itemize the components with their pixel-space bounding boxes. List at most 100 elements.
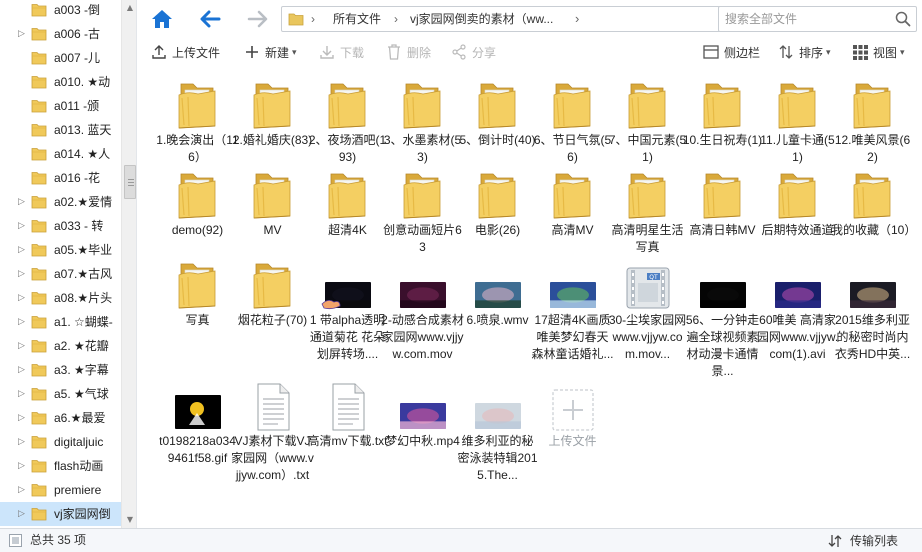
upload-button[interactable]: 上传文件 [151,41,220,63]
forward-arrow-icon [247,10,268,28]
expand-arrow-icon[interactable]: ▷ [18,484,28,496]
expand-arrow-icon[interactable]: ▷ [18,460,28,472]
breadcrumb-expand-icon[interactable]: › [575,7,579,31]
sidebar-tree-item[interactable]: ▷ a033 - 转 [0,214,121,238]
sidebar-tree-label: a010. ★动 [54,75,111,89]
folder-icon [460,74,535,130]
expand-arrow-icon[interactable]: ▷ [18,196,28,208]
sidebar-tree-item[interactable]: a016 -花 [0,166,121,190]
sidebar-tree-item[interactable]: a010. ★动 [0,70,121,94]
sidebar-tree-label: premiere [54,483,102,497]
back-button[interactable] [195,4,225,34]
sort-button[interactable]: 排序 ▾ [778,41,831,63]
expand-arrow-icon[interactable]: ▷ [18,268,28,280]
folder-icon [31,314,47,329]
expand-arrow-icon[interactable]: ▷ [18,28,28,40]
sidebar-tree-label: a6.★最爱 [54,411,106,425]
sidebar-tree-item[interactable]: ▷ a006 -古 [0,22,121,46]
folder-icon [535,74,610,130]
status-bar: 总共 35 项 传输列表 [0,528,922,552]
sidebar-toggle-button[interactable]: 侧边栏 [703,41,760,63]
sidebar-tree-item[interactable]: ▷ a3. ★字幕 [0,358,121,382]
expand-arrow-icon[interactable]: ▷ [18,244,28,256]
expand-arrow-icon[interactable]: ▷ [18,436,28,448]
sidebar-scrollbar[interactable]: ▲ ▼ [121,0,136,528]
upload-plus-icon [535,375,610,431]
folder-icon [160,74,235,130]
folder-icon [160,254,235,310]
sidebar-tree-label: a003 -倒 [54,3,101,17]
address-bar: › 所有文件 › vj家园网倒卖的素材（ww... › ▾ [137,0,922,37]
view-button[interactable]: 视图 ▾ [852,41,905,63]
file-name: 1 带alpha透明通道菊花 花朵划屏转场.... [309,313,386,361]
file-name: 6、节日气氛(56) [533,133,612,164]
search-icon[interactable] [895,11,911,27]
back-arrow-icon [200,10,221,28]
scrollbar-thumb[interactable] [124,165,136,199]
file-name: MV [263,223,282,237]
sidebar-tree-item[interactable]: ▷ a5. ★气球 [0,382,121,406]
file-name: 10.生日祝寿(1) [682,133,763,147]
expand-arrow-icon[interactable]: ▷ [18,220,28,232]
search-input[interactable] [725,10,885,28]
sidebar-tree-item[interactable]: ▷ premiere [0,478,121,502]
home-icon [152,10,172,28]
folder-icon [31,170,47,185]
sidebar-tree-item[interactable]: ▷ a2. ★花瓣 [0,334,121,358]
expand-arrow-icon[interactable]: ▷ [18,388,28,400]
sidebar-tree-item[interactable]: ▷ a07.★古风 [0,262,121,286]
sidebar-tree-item[interactable]: ▷ a1. ☆蝴蝶- [0,310,121,334]
expand-arrow-icon[interactable]: ▷ [18,508,28,520]
sidebar-tree-item[interactable]: ▷ a6.★最爱 [0,406,121,430]
text-file-icon [235,375,310,431]
file-name: 17超清4K画质唯美梦幻春天森林童话婚礼... [531,313,614,361]
breadcrumb-root[interactable]: 所有文件 [333,7,381,31]
sidebar-tree-item[interactable]: ▷ a05.★毕业 [0,238,121,262]
expand-arrow-icon[interactable]: ▷ [18,292,28,304]
expand-arrow-icon[interactable]: ▷ [18,340,28,352]
breadcrumb-current-folder[interactable]: vj家园网倒卖的素材（ww... [410,7,553,31]
file-name: 上传文件 [548,434,597,448]
home-button[interactable] [147,4,177,34]
download-button[interactable]: 下载 [319,41,364,63]
sidebar-tree-item[interactable]: ▷ flash动画 [0,454,121,478]
sidebar-tree-item[interactable]: a013. 蓝天 [0,118,121,142]
forward-button[interactable] [243,4,273,34]
scroll-up-arrow-icon[interactable]: ▲ [122,0,136,16]
expand-arrow-icon[interactable]: ▷ [18,316,28,328]
delete-button[interactable]: 删除 [386,41,431,63]
video-thumbnail [535,254,610,310]
sidebar-tree-label: a006 -古 [54,27,101,41]
file-name: 烟花粒子(70) [237,313,308,327]
sidebar-tree-item[interactable]: a014. ★人 [0,142,121,166]
sidebar-tree-item[interactable]: a003 -倒 [0,0,121,22]
sidebar-tree-label: a2. ★花瓣 [54,339,109,353]
new-button[interactable]: 新建 ▾ [244,41,297,63]
folder-icon [31,410,47,425]
sidebar-tree-item[interactable]: ▷ digitaljuic [0,430,121,454]
sidebar-tree-item[interactable]: ▷ a08.★片头 [0,286,121,310]
expand-arrow-icon[interactable]: ▷ [18,364,28,376]
folder-icon [31,242,47,257]
sidebar-tree-label: a011 -颁 [54,99,100,113]
delete-label: 删除 [407,45,432,60]
sidebar-tree-label: digitaljuic [54,435,104,449]
transfer-list-button[interactable]: 传输列表 [828,529,898,552]
upload-icon [151,44,167,60]
sidebar-tree-label: a013. 蓝天 [54,123,112,137]
sidebar-tree-item[interactable]: ▷ vj家园网倒 [0,502,121,526]
folder-icon [31,362,47,377]
file-name: 30-尘埃家园网www.vjjyw.com.mov... [608,313,687,361]
sidebar-tree-label: a016 -花 [54,171,101,185]
sidebar-tree-item[interactable]: ▷ a02.★爱情 [0,190,121,214]
share-button[interactable]: 分享 [451,41,496,63]
scroll-down-arrow-icon[interactable]: ▼ [122,512,136,528]
folder-icon [31,338,47,353]
folder-icon [31,74,47,89]
select-all-checkbox-icon[interactable] [9,534,22,547]
sidebar-tree-label: vj家园网倒 [54,507,111,521]
sidebar-tree-item[interactable]: a011 -颁 [0,94,121,118]
sidebar-tree-item[interactable]: a007 -儿 [0,46,121,70]
folder-tree-sidebar: a003 -倒 ▷ a006 -古 a007 -儿 a010. ★动 a011 -颁 a01… [0,0,137,528]
expand-arrow-icon[interactable]: ▷ [18,412,28,424]
